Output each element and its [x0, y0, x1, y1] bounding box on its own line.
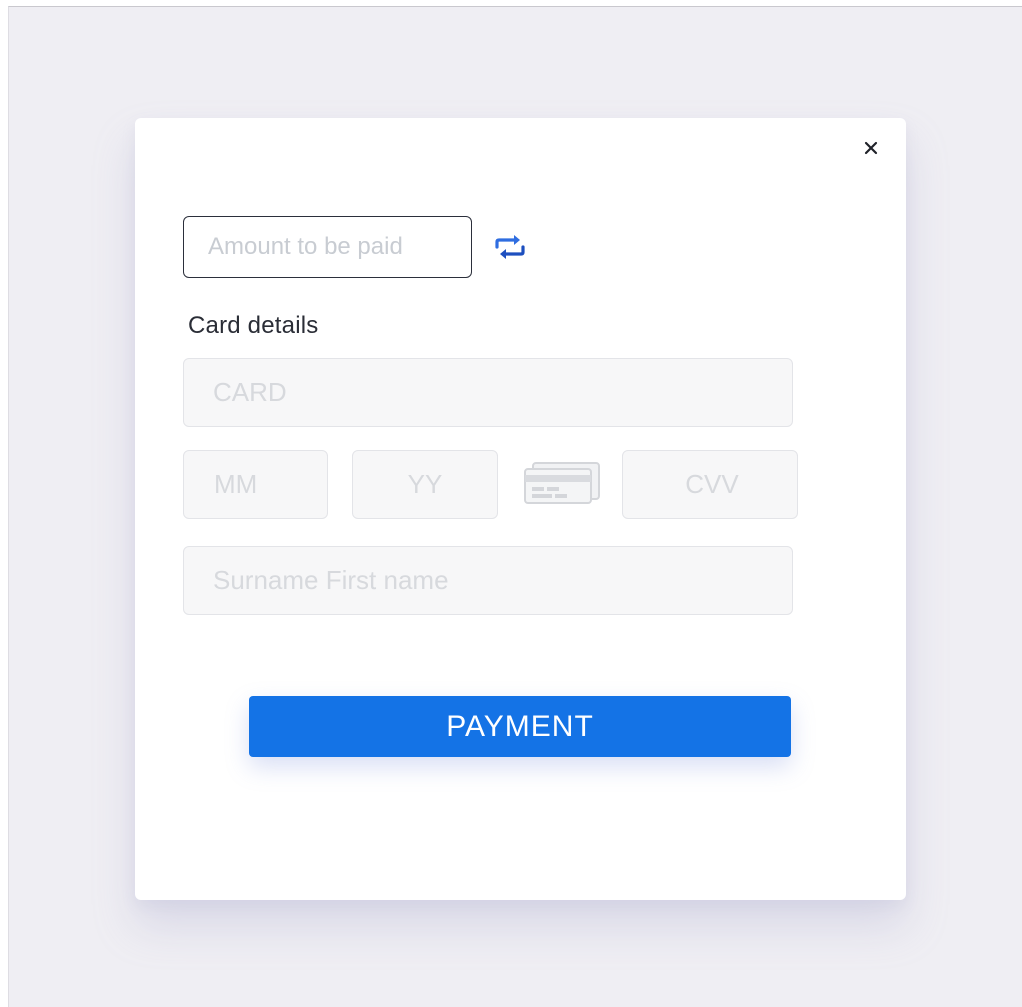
card-number-input[interactable]	[183, 358, 793, 427]
cardholder-name-input[interactable]	[183, 546, 793, 615]
swap-button[interactable]	[493, 232, 527, 262]
card-back-icon	[524, 462, 600, 504]
payment-button[interactable]: PAYMENT	[249, 696, 791, 757]
expiry-year-input[interactable]	[352, 450, 498, 519]
close-button[interactable]	[859, 136, 883, 160]
swap-arrows-icon[interactable]	[493, 232, 527, 262]
expiry-month-input[interactable]	[183, 450, 328, 519]
cvv-input[interactable]	[622, 450, 798, 519]
amount-input[interactable]	[183, 216, 472, 278]
card-details-label: Card details	[188, 312, 319, 339]
close-icon[interactable]	[864, 141, 878, 155]
payment-modal: Card details PAYMENT	[135, 118, 906, 900]
